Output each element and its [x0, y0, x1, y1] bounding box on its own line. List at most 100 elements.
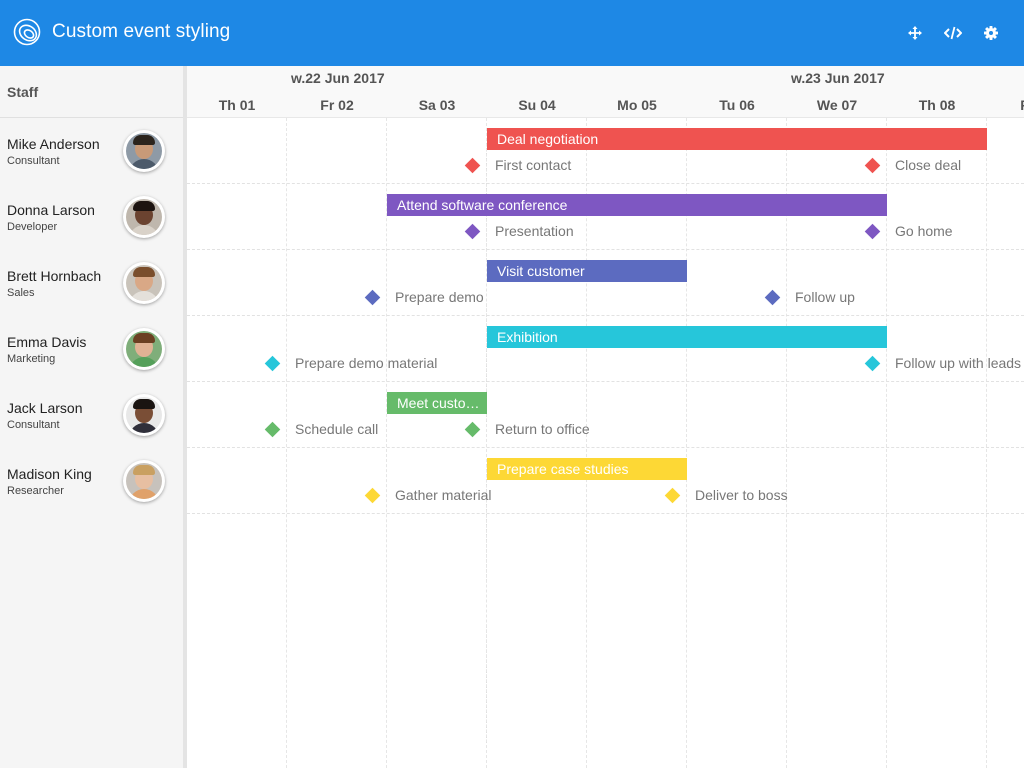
resource-name: Donna Larson: [7, 202, 95, 218]
milestone-label: Prepare demo: [395, 289, 484, 305]
staff-column-header[interactable]: Staff: [0, 66, 183, 118]
logo-icon: [13, 18, 41, 46]
milestone-label: Gather material: [395, 487, 492, 503]
row-separator: [187, 183, 1024, 184]
avatar-hair: [133, 399, 155, 409]
avatar-hair: [133, 135, 155, 145]
milestone-diamond[interactable]: [264, 421, 281, 438]
move-button[interactable]: [904, 22, 926, 44]
resource-role: Developer: [7, 221, 58, 233]
day-label: Th 01: [218, 97, 256, 113]
milestone-diamond[interactable]: [264, 355, 281, 372]
milestone-diamond[interactable]: [364, 487, 381, 504]
schedule-timeline[interactable]: w.22 Jun 2017 w.23 Jun 2017 Th 01 Fr 02 Sa 0…: [187, 66, 1024, 768]
code-button[interactable]: [942, 22, 964, 44]
avatar-shoulders: [129, 159, 159, 169]
avatar-shoulders: [129, 357, 159, 367]
row-separator: [187, 513, 1024, 514]
resource-name: Jack Larson: [7, 400, 83, 416]
milestone-diamond[interactable]: [464, 421, 481, 438]
avatar-shoulders: [129, 489, 159, 499]
milestone-label: Go home: [895, 223, 953, 239]
milestone-diamond[interactable]: [864, 355, 881, 372]
row-separator: [187, 381, 1024, 382]
resource-name: Madison King: [7, 466, 92, 482]
avatar-photo: [126, 265, 162, 301]
resource-role: Researcher: [7, 485, 64, 497]
avatar-shoulders: [129, 291, 159, 301]
day-label: Th 08: [918, 97, 956, 113]
resource-role: Consultant: [7, 155, 60, 167]
resource-row[interactable]: Mike Anderson Consultant: [0, 118, 183, 184]
milestone-diamond[interactable]: [464, 223, 481, 240]
milestone-label: Follow up with leads: [895, 355, 1022, 371]
milestone-diamond[interactable]: [764, 289, 781, 306]
avatar-hair: [133, 267, 155, 277]
milestone-diamond[interactable]: [464, 157, 481, 174]
week-label: w.22 Jun 2017: [291, 70, 385, 86]
gear-icon: [984, 26, 998, 40]
day-label: Mo 05: [617, 97, 657, 113]
resource-row[interactable]: Jack Larson Consultant: [0, 382, 183, 448]
row-separator: [187, 315, 1024, 316]
milestone-diamond[interactable]: [864, 157, 881, 174]
milestone-diamond[interactable]: [664, 487, 681, 504]
resource-role: Marketing: [7, 353, 56, 365]
milestone-diamond[interactable]: [364, 289, 381, 306]
milestone-label: Presentation: [495, 223, 574, 239]
day-label: Sa 03: [418, 97, 456, 113]
resource-name: Brett Hornbach: [7, 268, 102, 284]
day-label: Fr 09: [987, 97, 1024, 113]
day-gridline: [286, 118, 287, 768]
staff-header-label: Staff: [7, 84, 39, 100]
day-label: Tu 06: [719, 97, 755, 113]
avatar-photo: [126, 133, 162, 169]
avatar-hair: [133, 201, 155, 211]
avatar-shoulders: [129, 225, 159, 235]
avatar: [123, 262, 165, 304]
milestone-label: Prepare demo material: [295, 355, 438, 371]
row-separator: [187, 249, 1024, 250]
resource-panel: Staff Mike Anderson Consultant Donna Larso…: [0, 66, 183, 768]
avatar-photo: [126, 463, 162, 499]
milestone-diamond[interactable]: [864, 223, 881, 240]
resource-name: Emma Davis: [7, 334, 87, 350]
resource-name: Mike Anderson: [7, 136, 100, 152]
day-gridline: [986, 118, 987, 768]
milestone-label: Close deal: [895, 157, 962, 173]
app-title: Custom event styling: [52, 21, 231, 42]
day-label: Su 04: [518, 97, 556, 113]
avatar: [123, 394, 165, 436]
row-separator: [187, 447, 1024, 448]
avatar-photo: [126, 397, 162, 433]
avatar: [123, 460, 165, 502]
milestone-label: Follow up: [795, 289, 855, 305]
event-bar[interactable]: Exhibition: [487, 326, 887, 348]
milestone-label: Schedule call: [295, 421, 379, 437]
avatar: [123, 196, 165, 238]
avatar-hair: [133, 465, 155, 475]
avatar: [123, 130, 165, 172]
resource-row[interactable]: Emma Davis Marketing: [0, 316, 183, 382]
event-bar[interactable]: Meet custo…: [387, 392, 487, 414]
week-label: w.23 Jun 2017: [791, 70, 885, 86]
resource-row[interactable]: Brett Hornbach Sales: [0, 250, 183, 316]
event-bar[interactable]: Attend software conference: [387, 194, 887, 216]
time-axis-header: w.22 Jun 2017 w.23 Jun 2017 Th 01 Fr 02 Sa 0…: [187, 66, 1024, 118]
event-bar[interactable]: Prepare case studies: [487, 458, 687, 480]
resource-role: Sales: [7, 287, 35, 299]
move-icon: [908, 26, 922, 40]
avatar-hair: [133, 333, 155, 343]
day-label: We 07: [816, 97, 858, 113]
milestone-label: First contact: [495, 157, 572, 173]
event-bar[interactable]: Deal negotiation: [487, 128, 987, 150]
app-header: Custom event styling: [0, 0, 1024, 66]
avatar-photo: [126, 199, 162, 235]
avatar: [123, 328, 165, 370]
resource-row[interactable]: Donna Larson Developer: [0, 184, 183, 250]
milestone-label: Deliver to boss: [695, 487, 788, 503]
event-bar[interactable]: Visit customer: [487, 260, 687, 282]
resource-row[interactable]: Madison King Researcher: [0, 448, 183, 514]
settings-button[interactable]: [980, 22, 1002, 44]
milestone-label: Return to office: [495, 421, 590, 437]
